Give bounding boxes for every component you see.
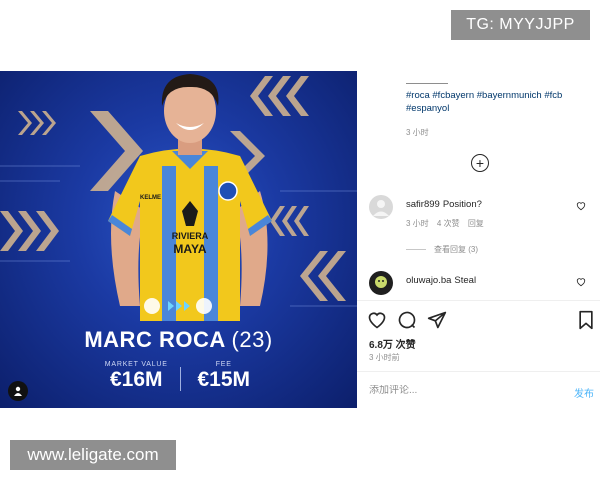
heart-icon[interactable] [576,277,586,287]
bookmark-icon[interactable] [577,310,595,330]
post-image: RIVIERA MAYA KELME MARC ROCA (23) MARKET… [0,71,357,408]
fee-label: FEE [215,361,232,368]
actions-divider [357,300,600,301]
likes-count[interactable]: 6.8万 次赞 [369,336,416,351]
market-value: €16M [109,368,163,391]
comment-body: Position? [442,199,482,210]
player-name: MARC ROCA [84,327,225,352]
comment-meta: 3 小时 4 次赞 回复 [406,218,490,229]
caption-time: 3 小时 [406,128,429,137]
comment-text: oluwajo.ba Steal [406,275,476,286]
input-divider [357,371,600,372]
post-actions [367,310,595,330]
player-age: (23) [231,327,273,352]
avatar[interactable] [369,195,393,219]
heart-icon[interactable] [367,310,387,330]
sponsor-line-1: RIVIERA [172,231,209,241]
fee-value: €15M [197,368,251,391]
comment-body: Steal [454,275,477,286]
watermark-bottom: www.leligate.com [10,440,176,470]
player-figure: RIVIERA MAYA KELME [108,74,272,321]
comment-icon[interactable] [397,310,417,330]
share-icon[interactable] [427,310,447,330]
market-value-label: MARKET VALUE [104,361,168,368]
comment-text: safir899 Position? [406,199,482,210]
post-sidebar: #roca #fcbayern #bayernmunich #fcb #espa… [357,71,600,408]
reply-link[interactable]: 回复 [468,219,484,228]
value-divider [179,367,181,391]
fee-block: FEE €15M [183,361,266,397]
comment-input[interactable] [369,385,529,396]
tagged-user-icon[interactable] [8,381,28,401]
post-comment-button[interactable]: 发布 [574,385,594,400]
caption-rule [406,83,448,84]
transfer-values: MARKET VALUE €16M FEE €15M [95,361,265,397]
post-time: 3 小时前 [369,353,400,362]
comment-likes[interactable]: 4 次赞 [437,219,460,228]
player-nameplate: MARC ROCA (23) [0,327,357,353]
plus-circle-icon[interactable]: + [471,154,489,172]
view-replies-link[interactable]: 查看回复 (3) [406,244,478,255]
view-replies-label: 查看回复 (3) [434,245,478,254]
market-value-block: MARKET VALUE €16M [95,361,178,397]
caption-hashtags[interactable]: #roca #fcbayern #bayernmunich #fcb #espa… [406,89,586,115]
kit-brand: KELME [140,195,161,201]
reply-dash [406,249,426,251]
comment-time: 3 小时 [406,219,429,228]
sponsor-line-2: MAYA [173,242,206,256]
comment-username[interactable]: oluwajo.ba [406,275,451,286]
watermark-top: TG: MYYJJPP [451,10,590,40]
avatar[interactable] [369,271,393,295]
heart-icon[interactable] [576,201,586,211]
comment-username[interactable]: safir899 [406,199,440,210]
